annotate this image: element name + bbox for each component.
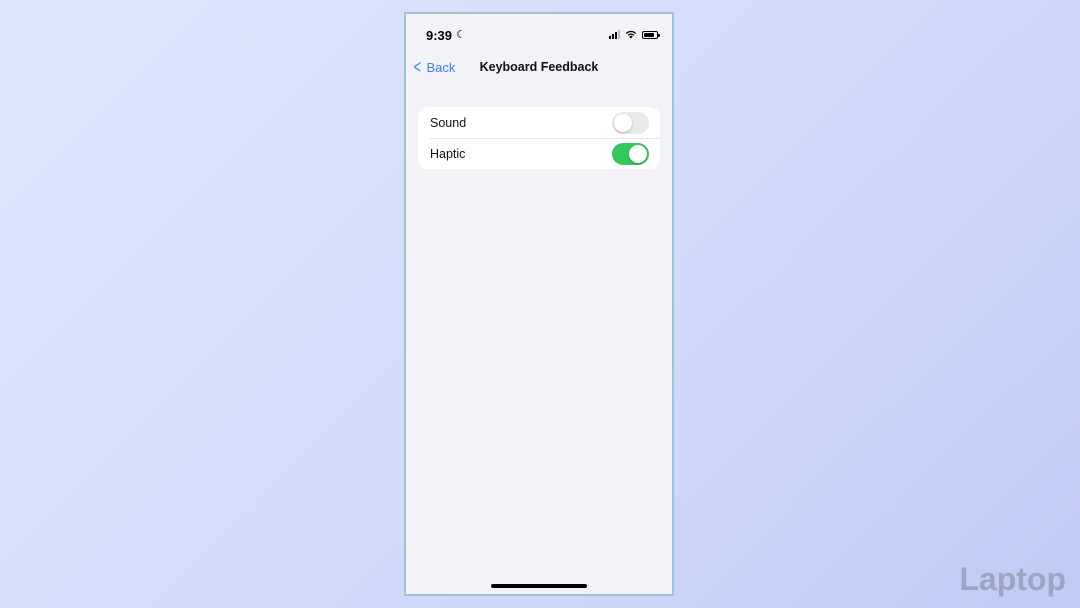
toggle-knob <box>614 113 632 132</box>
setting-label: Haptic <box>430 146 466 161</box>
setting-label: Sound <box>430 115 467 130</box>
wifi-icon <box>625 30 637 39</box>
settings-group: Sound Haptic <box>418 107 660 169</box>
setting-row-sound: Sound <box>418 107 660 138</box>
home-indicator[interactable] <box>491 584 587 588</box>
phone-screen: 9:39 ☾ < Back Keyboard Feedback Sound Ha… <box>404 12 674 596</box>
sound-toggle[interactable] <box>612 111 649 134</box>
haptic-toggle[interactable] <box>612 142 649 165</box>
navigation-bar: < Back Keyboard Feedback <box>406 56 672 80</box>
page-title: Keyboard Feedback <box>479 60 599 74</box>
watermark-logo: Laptop <box>959 561 1066 597</box>
setting-row-haptic: Haptic <box>418 138 660 169</box>
status-icons <box>609 30 660 39</box>
battery-icon <box>642 30 660 39</box>
cellular-signal-icon <box>609 30 620 39</box>
moon-icon: ☾ <box>456 29 466 41</box>
status-bar: 9:39 ☾ <box>406 14 672 54</box>
status-time: 9:39 <box>426 28 453 43</box>
toggle-knob <box>629 144 647 163</box>
